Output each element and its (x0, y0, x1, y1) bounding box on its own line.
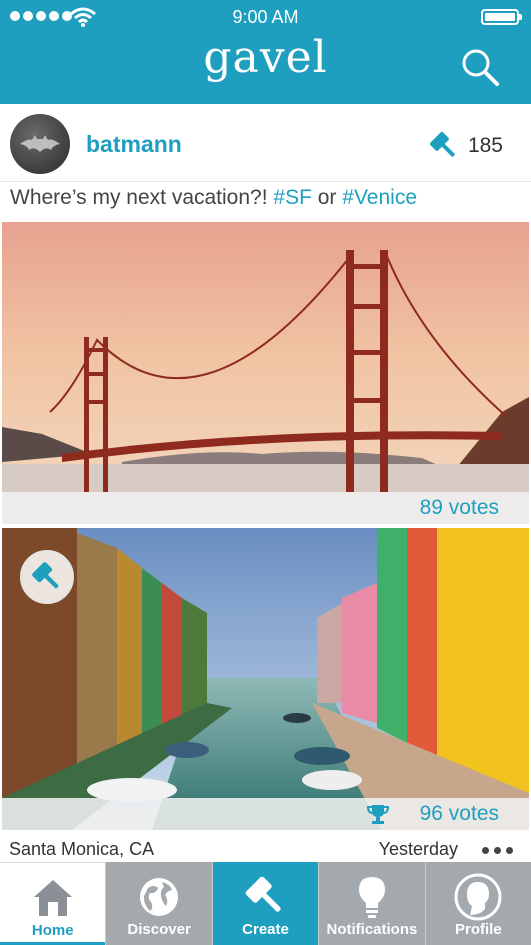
gavel-icon (429, 131, 455, 157)
vote-bar-2: 96 votes (2, 798, 529, 830)
trophy-icon (367, 805, 389, 824)
vote-bar-1: 89 votes (2, 492, 529, 524)
gavel-icon (32, 562, 59, 589)
hashtag-venice[interactable]: #Venice (342, 186, 417, 209)
tab-create[interactable]: Create (211, 862, 319, 945)
tab-notifications[interactable]: Notifications (318, 862, 425, 945)
gavel-icon (245, 876, 281, 912)
profile-head-icon (454, 873, 502, 921)
post-header: batmann 185 (0, 104, 531, 182)
post-caption: Where’s my next vacation?! #SF or #Venic… (10, 186, 417, 210)
tab-label: Notifications (326, 921, 418, 938)
tab-home[interactable]: Home (0, 862, 106, 945)
tab-label: Home (31, 922, 74, 939)
vote-count-2: 96 votes (419, 802, 499, 825)
tab-profile[interactable]: Profile (424, 862, 531, 945)
more-options-icon[interactable] (482, 847, 513, 854)
avatar[interactable] (10, 114, 70, 174)
venice-canal-photo (2, 528, 529, 830)
search-icon[interactable] (459, 46, 501, 88)
tab-bar: Home Discover Create Notifications Profi… (0, 862, 531, 945)
vote-gavel-button[interactable] (20, 550, 74, 604)
tab-label: Discover (127, 921, 191, 938)
vote-count-1: 89 votes (419, 496, 499, 519)
gavel-count[interactable]: 185 (428, 130, 503, 162)
globe-icon (140, 878, 179, 916)
battery-icon (481, 9, 522, 25)
gavel-count-value: 185 (467, 134, 503, 157)
vote-option-1[interactable]: 89 votes (2, 222, 529, 524)
golden-gate-photo (2, 222, 529, 524)
app-logo: gavel (203, 32, 328, 83)
tab-label: Profile (454, 921, 502, 938)
post-location: Santa Monica, CA (9, 839, 155, 859)
post-time: Yesterday (378, 839, 458, 859)
status-bar: 9:00 AM (0, 0, 531, 34)
status-time: 9:00 AM (232, 7, 299, 27)
tab-discover[interactable]: Discover (105, 862, 212, 945)
house-icon (33, 880, 72, 916)
vote-option-2[interactable]: 96 votes (2, 528, 529, 830)
lightbulb-icon (358, 877, 385, 918)
caption-text: Where’s my next vacation?! (10, 186, 274, 209)
bat-logo-icon (20, 135, 60, 152)
post-footer: Santa Monica, CA Yesterday (0, 834, 531, 862)
caption-or: or (311, 186, 343, 209)
hashtag-sf[interactable]: #SF (273, 186, 312, 209)
username[interactable]: batmann (86, 131, 182, 158)
tab-label: Create (242, 921, 289, 938)
app-header: 9:00 AM gavel (0, 0, 531, 104)
